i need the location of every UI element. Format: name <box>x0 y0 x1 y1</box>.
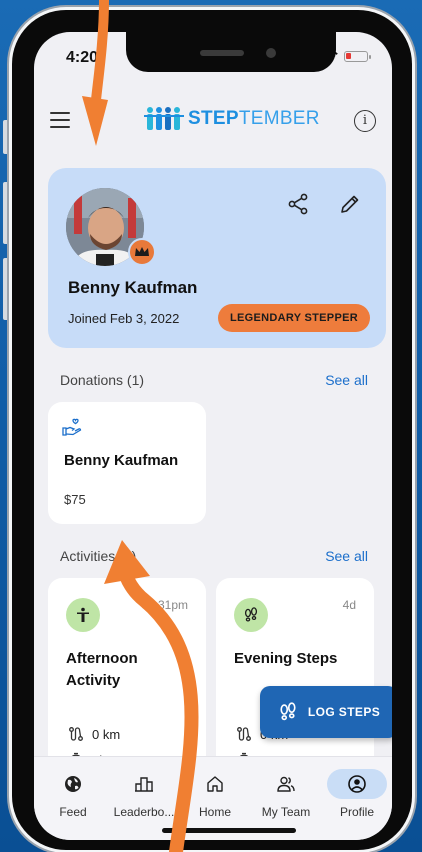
activity-distance-value: 0 km <box>92 726 121 742</box>
home-indicator <box>162 828 296 833</box>
globe-icon <box>65 776 81 792</box>
donation-donor-name: Benny Kaufman <box>64 452 179 469</box>
info-icon[interactable]: i <box>354 110 376 132</box>
profile-card: Benny Kaufman Joined Feb 3, 2022 LEGENDA… <box>48 168 386 348</box>
logo-mark-icon <box>144 107 184 130</box>
activity-time: 03:31pm <box>141 598 188 612</box>
logo-text-strong: STEP <box>188 108 239 129</box>
route-icon <box>237 727 251 741</box>
nav-label: Feed <box>59 805 87 819</box>
profile-name: Benny Kaufman <box>68 278 198 297</box>
activities-see-all-link[interactable]: See all <box>325 548 368 564</box>
leaderboard-icon <box>135 777 153 792</box>
nav-label: Leaderbo... <box>113 805 175 819</box>
nav-item-leaderboard[interactable]: Leaderbo... <box>109 769 179 819</box>
phone-side-button <box>3 182 11 244</box>
log-steps-button[interactable]: LOG STEPS <box>260 686 392 738</box>
donation-hand-icon <box>62 418 82 436</box>
steptember-logo: STEPTEMBER <box>144 106 320 132</box>
activity-time: 4d <box>342 598 356 612</box>
nav-label: My Team <box>261 805 311 819</box>
donation-card[interactable]: Benny Kaufman $75 <box>48 402 206 524</box>
activity-title: Afternoon Activity <box>66 650 138 689</box>
footsteps-icon <box>234 598 268 632</box>
nav-item-profile[interactable]: Profile <box>322 769 392 819</box>
profile-joined-date: Joined Feb 3, 2022 <box>68 311 180 326</box>
app-screen: 4:20 STEPTEMBER i Benny Kaufman Joined F… <box>34 32 392 840</box>
menu-icon[interactable] <box>50 112 70 128</box>
share-icon[interactable] <box>286 192 310 216</box>
donation-amount: $75 <box>64 492 86 507</box>
nav-item-home[interactable]: Home <box>180 769 250 819</box>
notch <box>126 32 336 72</box>
log-steps-label: LOG STEPS <box>307 705 381 719</box>
profile-icon <box>348 775 366 793</box>
donations-see-all-link[interactable]: See all <box>325 372 368 388</box>
edit-icon[interactable] <box>338 192 362 216</box>
nav-label: Profile <box>339 805 374 819</box>
status-time: 4:20 <box>66 49 99 66</box>
home-icon <box>207 776 223 792</box>
team-icon <box>277 776 295 792</box>
activity-title: Evening Steps <box>234 650 338 667</box>
battery-icon <box>344 50 371 62</box>
activity-card[interactable]: 4d Evening Steps 0 km 0m 0s <box>216 578 374 778</box>
logo-text-rest: TEMBER <box>238 108 320 129</box>
nav-label: Home <box>198 805 231 819</box>
app-bar: STEPTEMBER i <box>34 102 392 142</box>
activity-card[interactable]: 03:31pm Afternoon Activity 0 km 2h 0m <box>48 578 206 778</box>
route-icon <box>69 727 83 741</box>
crown-icon <box>128 238 156 266</box>
nav-item-feed[interactable]: Feed <box>38 769 108 819</box>
person-icon <box>66 598 100 632</box>
activity-distance: 0 km <box>68 726 120 742</box>
status-badge: LEGENDARY STEPPER <box>218 304 370 332</box>
donations-title: Donations (1) <box>60 372 145 388</box>
phone-side-button <box>3 120 11 154</box>
nav-item-my-team[interactable]: My Team <box>251 769 321 819</box>
activities-title: Activities (2) <box>60 548 137 564</box>
phone-side-button <box>3 258 11 320</box>
phone-frame: 4:20 STEPTEMBER i Benny Kaufman Joined F… <box>12 10 412 850</box>
footsteps-icon <box>280 702 296 721</box>
